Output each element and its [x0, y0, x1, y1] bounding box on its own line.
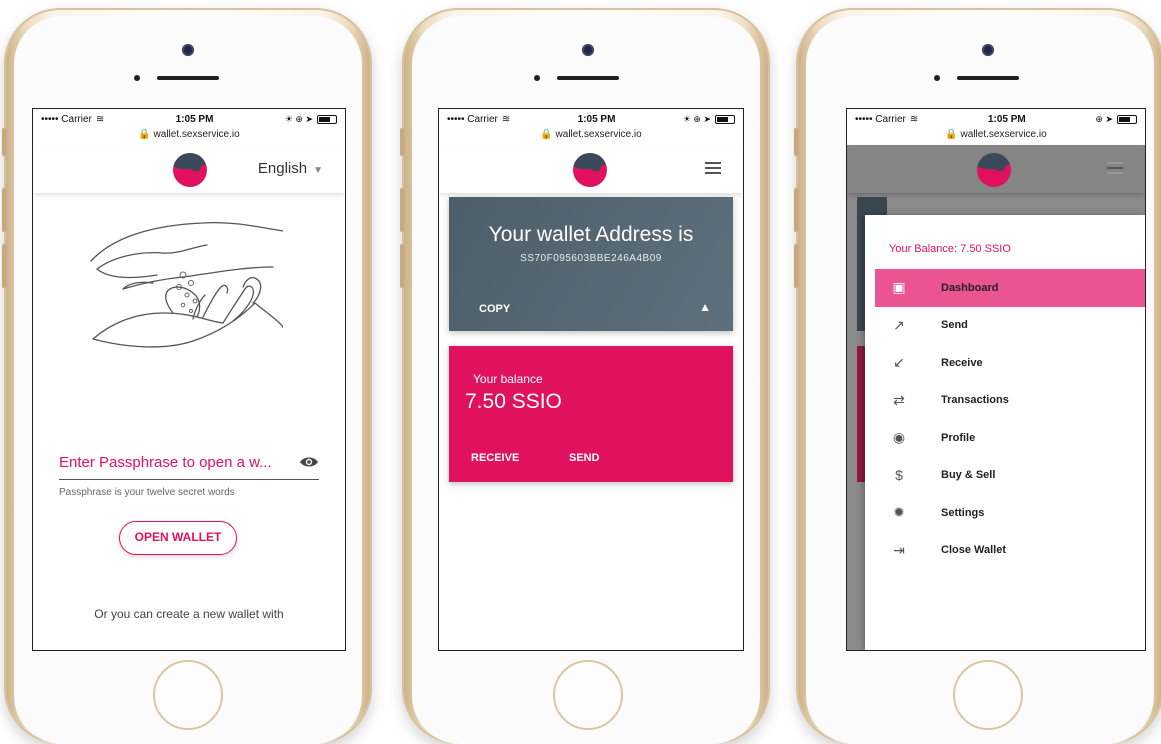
- chevron-down-icon: ▼: [313, 165, 323, 176]
- open-wallet-button[interactable]: OPEN WALLET: [119, 521, 237, 555]
- arrow-up-right-icon: ↗: [893, 316, 905, 333]
- home-button[interactable]: [953, 660, 1023, 730]
- home-button[interactable]: [553, 660, 623, 730]
- drawer-menu: ▣ Dashboard ↗ Send ↙ Receive ⇄ Transactions ◉ Pro…: [875, 269, 1145, 569]
- drawer-balance: Your Balance: 7.50 SSIO: [889, 243, 1011, 255]
- drawer-item-buy-sell[interactable]: $ Buy & Sell: [875, 457, 1145, 495]
- phone-wallet: ••••• Carrier ≋ 1:05 PM ☀ ⊕ ➤ 🔒 wallet.se…: [400, 8, 770, 744]
- receive-button[interactable]: RECEIVE: [471, 452, 519, 464]
- screen-login: ••••• Carrier ≋ 1:05 PM ☀ ⊕ ➤ 🔒 wallet.se…: [32, 108, 346, 651]
- passphrase-helper: Passphrase is your twelve secret words: [59, 487, 235, 498]
- screen-wallet: ••••• Carrier ≋ 1:05 PM ☀ ⊕ ➤ 🔒 wallet.se…: [438, 108, 744, 651]
- balance-card: Your balance 7.50 SSIO RECEIVE SEND: [449, 346, 733, 482]
- drawer-item-label: Transactions: [941, 394, 1009, 407]
- app-header-dimmed: [847, 145, 1145, 193]
- phone-menu: ••••• Carrier ≋ 1:05 PM ⊕ ➤ 🔒 wallet.sexs…: [794, 8, 1161, 744]
- front-camera: [982, 44, 994, 56]
- balance-label: Your balance: [473, 372, 543, 386]
- menu-icon[interactable]: [705, 162, 721, 174]
- speaker: [157, 76, 219, 80]
- drawer-item-label: Send: [941, 319, 968, 332]
- app-header: [439, 145, 743, 193]
- url-bar[interactable]: 🔒 wallet.sexservice.io: [33, 129, 345, 145]
- front-camera: [182, 44, 194, 56]
- url-bar[interactable]: 🔒 wallet.sexservice.io: [439, 129, 743, 145]
- url-bar[interactable]: 🔒 wallet.sexservice.io: [847, 129, 1145, 145]
- url-text: wallet.sexservice.io: [153, 129, 240, 140]
- menu-icon[interactable]: [1107, 162, 1123, 174]
- wallet-icon: ▣: [892, 279, 906, 296]
- clock: 1:05 PM: [175, 113, 214, 125]
- address-value: SS70F095603BBE246A4B09: [520, 253, 662, 264]
- url-text: wallet.sexservice.io: [555, 129, 642, 140]
- drawer-item-label: Buy & Sell: [941, 469, 996, 482]
- front-camera: [582, 44, 594, 56]
- account-icon: ◉: [892, 429, 906, 446]
- url-text: wallet.sexservice.io: [960, 129, 1047, 140]
- drawer-item-label: Receive: [941, 356, 983, 369]
- gear-icon: ✹: [893, 504, 905, 521]
- swap-icon: ⇄: [893, 391, 905, 408]
- clock: 1:05 PM: [987, 113, 1026, 125]
- battery-icon: [317, 114, 337, 124]
- drawer-item-close-wallet[interactable]: ⇥ Close Wallet: [875, 532, 1145, 570]
- screen-menu: ••••• Carrier ≋ 1:05 PM ⊕ ➤ 🔒 wallet.sexs…: [846, 108, 1146, 651]
- drawer-item-send[interactable]: ↗ Send: [875, 307, 1145, 345]
- phone-login: ••••• Carrier ≋ 1:05 PM ☀ ⊕ ➤ 🔒 wallet.se…: [2, 8, 372, 744]
- drawer-item-transactions[interactable]: ⇄ Transactions: [875, 382, 1145, 420]
- clock: 1:05 PM: [577, 113, 616, 125]
- battery-icon: [1117, 114, 1137, 124]
- brand-logo: [173, 153, 207, 187]
- status-bar: ••••• Carrier ≋ 1:05 PM ☀ ⊕ ➤: [439, 109, 743, 129]
- drawer-item-settings[interactable]: ✹ Settings: [875, 494, 1145, 532]
- send-button[interactable]: SEND: [569, 452, 600, 464]
- carrier-label: ••••• Carrier: [447, 113, 498, 125]
- speaker: [557, 76, 619, 80]
- drawer-item-label: Dashboard: [941, 281, 999, 294]
- chevron-up-icon[interactable]: ▲: [699, 300, 711, 314]
- speaker: [957, 76, 1019, 80]
- status-bar: ••••• Carrier ≋ 1:05 PM ☀ ⊕ ➤: [33, 109, 345, 129]
- wallet-address-card: Your wallet Address is SS70F095603BBE246…: [449, 197, 733, 331]
- brand-logo: [573, 153, 607, 187]
- drawer-item-label: Settings: [941, 506, 985, 519]
- address-title: Your wallet Address is: [488, 223, 694, 246]
- arrow-down-left-icon: ↙: [893, 354, 905, 371]
- brand-logo: [977, 153, 1011, 187]
- drawer-item-profile[interactable]: ◉ Profile: [875, 419, 1145, 457]
- carrier-label: ••••• Carrier: [855, 113, 906, 125]
- battery-icon: [715, 114, 735, 124]
- dollar-icon: $: [895, 467, 903, 484]
- drawer-item-receive[interactable]: ↙ Receive: [875, 344, 1145, 382]
- status-bar: ••••• Carrier ≋ 1:05 PM ⊕ ➤: [847, 109, 1145, 129]
- drawer-item-dashboard[interactable]: ▣ Dashboard: [875, 269, 1145, 307]
- passphrase-placeholder: Enter Passphrase to open a w...: [59, 454, 272, 471]
- drawer-item-label: Close Wallet: [941, 544, 1006, 557]
- stage: ••••• Carrier ≋ 1:05 PM ☀ ⊕ ➤ 🔒 wallet.se…: [0, 0, 1161, 744]
- nav-drawer: Your Balance: 7.50 SSIO ▣ Dashboard ↗ Send ↙…: [865, 215, 1145, 650]
- drawer-item-label: Profile: [941, 431, 976, 444]
- eye-icon[interactable]: [299, 455, 319, 469]
- copy-button[interactable]: COPY: [479, 303, 510, 315]
- app-header: English ▼: [33, 145, 345, 193]
- balance-value: 7.50 SSIO: [465, 390, 562, 413]
- home-button[interactable]: [153, 660, 223, 730]
- hands-illustration: [90, 221, 283, 348]
- carrier-label: ••••• Carrier: [41, 113, 92, 125]
- create-wallet-text: Or you can create a new wallet with: [94, 607, 284, 621]
- language-select[interactable]: English ▼: [258, 160, 323, 177]
- language-label: English: [257, 160, 308, 177]
- passphrase-input[interactable]: Enter Passphrase to open a w...: [59, 454, 319, 480]
- exit-icon: ⇥: [893, 541, 905, 558]
